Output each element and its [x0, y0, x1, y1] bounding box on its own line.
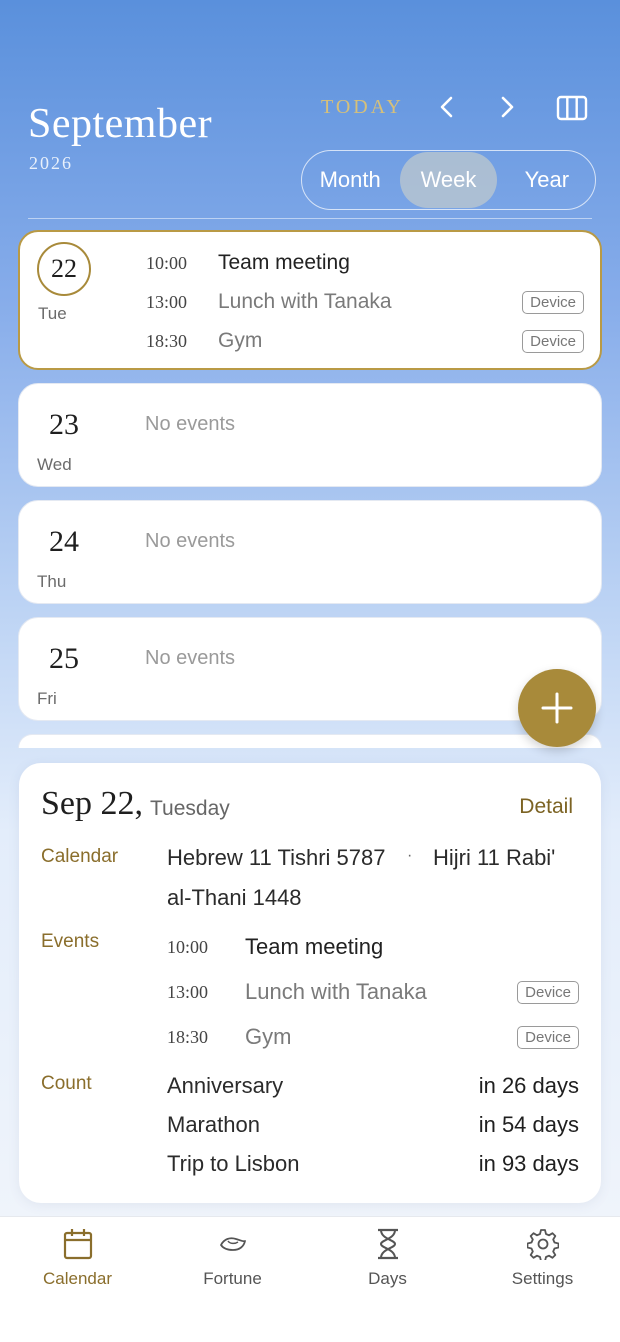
device-badge: Device: [522, 329, 584, 353]
event-title: Gym: [218, 329, 263, 352]
countdown-name: Trip to Lisbon: [167, 1151, 300, 1176]
detail-event-row[interactable]: 18:30 Gym Device: [167, 1021, 579, 1053]
nav-label: Settings: [511, 1269, 574, 1288]
countdown-name: Anniversary: [167, 1073, 284, 1098]
day-weekday: Wed: [37, 455, 72, 474]
events-label: Events: [41, 931, 100, 952]
day-weekday: Thu: [37, 572, 67, 591]
fortune-icon: [216, 1227, 250, 1261]
view-switcher: Month Week Year: [301, 150, 596, 210]
add-event-button[interactable]: [518, 669, 596, 747]
detail-event-row[interactable]: 13:00 Lunch with Tanaka Device: [167, 976, 579, 1008]
day-number: 25: [49, 642, 79, 675]
event-time: 13:00: [146, 291, 188, 312]
day-number: 23: [49, 408, 79, 441]
header-divider: [28, 218, 592, 219]
tab-month[interactable]: Month: [302, 152, 398, 208]
event-title: Lunch with Tanaka: [245, 979, 427, 1004]
detail-date: Sep 22,: [41, 785, 143, 822]
device-badge: Device: [517, 1025, 579, 1049]
hebrew-date: Hebrew 11 Tishri 5787: [167, 845, 386, 870]
detail-weekday: Tuesday: [150, 797, 230, 820]
nav-settings[interactable]: Settings: [465, 1217, 620, 1342]
no-events-text: No events: [145, 647, 236, 669]
no-events-text: No events: [145, 413, 236, 435]
chevron-left-icon: [440, 96, 453, 118]
detail-link[interactable]: Detail: [519, 795, 573, 819]
selected-day-number: 22: [37, 242, 91, 296]
gear-icon: [526, 1227, 560, 1261]
bottom-navigation: Calendar Fortune Days Settings: [0, 1216, 620, 1342]
day-weekday: Tue: [38, 304, 67, 323]
today-button[interactable]: TODAY: [321, 96, 404, 119]
event-title: Lunch with Tanaka: [218, 290, 392, 313]
nav-label: Days: [368, 1269, 407, 1288]
nav-label: Calendar: [43, 1269, 112, 1288]
calendar-label: Calendar: [41, 846, 119, 867]
previous-week-button[interactable]: [432, 92, 462, 122]
columns-icon: [556, 95, 588, 121]
event-row[interactable]: 13:00 Lunch with Tanaka Device: [146, 287, 584, 317]
event-row[interactable]: 10:00 Team meeting: [146, 248, 584, 278]
day-card-23[interactable]: 23 Wed No events: [18, 383, 602, 487]
tab-year[interactable]: Year: [499, 152, 595, 208]
year-label: 2026: [29, 153, 73, 173]
event-title: Gym: [245, 1024, 292, 1049]
event-title: Team meeting: [218, 251, 350, 274]
countdown-days: in 93 days: [478, 1151, 579, 1176]
countdown-row[interactable]: Trip to Lisbon in 93 days: [167, 1151, 579, 1177]
day-card-22[interactable]: 22 Tue 10:00 Team meeting 13:00 Lunch wi…: [18, 230, 602, 370]
calendar-icon: [61, 1227, 95, 1261]
next-week-button[interactable]: [492, 92, 522, 122]
event-title: Team meeting: [245, 934, 384, 959]
countdown-row[interactable]: Marathon in 54 days: [167, 1112, 579, 1138]
countdown-row[interactable]: Anniversary in 26 days: [167, 1073, 579, 1099]
hijri-date: Hijri 11 Rabi': [433, 845, 556, 870]
device-badge: Device: [522, 290, 584, 314]
month-title: September: [28, 101, 213, 147]
layout-toggle-button[interactable]: [556, 94, 588, 122]
count-label: Count: [41, 1073, 92, 1094]
countdown-days: in 54 days: [478, 1112, 579, 1137]
event-time: 18:30: [146, 330, 188, 351]
plus-icon: [541, 692, 573, 724]
no-events-text: No events: [145, 530, 236, 552]
event-time: 13:00: [167, 981, 209, 1002]
tab-week[interactable]: Week: [400, 152, 497, 208]
countdown-days: in 26 days: [478, 1073, 579, 1098]
nav-days[interactable]: Days: [310, 1217, 465, 1342]
day-card-26-partial[interactable]: [18, 734, 602, 748]
detail-event-row[interactable]: 10:00 Team meeting: [167, 931, 579, 963]
event-time: 18:30: [167, 1026, 209, 1047]
event-time: 10:00: [146, 252, 188, 273]
device-badge: Device: [517, 980, 579, 1004]
hourglass-icon: [371, 1227, 405, 1261]
day-card-25[interactable]: 25 Fri No events: [18, 617, 602, 721]
event-time: 10:00: [167, 936, 209, 957]
nav-label: Fortune: [203, 1269, 262, 1288]
nav-calendar[interactable]: Calendar: [0, 1217, 155, 1342]
hijri-date-continued: al-Thani 1448: [167, 885, 302, 910]
countdown-name: Marathon: [167, 1112, 260, 1137]
event-row[interactable]: 18:30 Gym Device: [146, 326, 584, 356]
day-number: 24: [49, 525, 79, 558]
day-card-24[interactable]: 24 Thu No events: [18, 500, 602, 604]
chevron-right-icon: [501, 96, 514, 118]
calendar-separator: ·: [407, 847, 413, 864]
day-weekday: Fri: [37, 689, 57, 708]
day-detail-panel: Sep 22, Tuesday Detail Calendar Hebrew 1…: [19, 763, 601, 1203]
nav-fortune[interactable]: Fortune: [155, 1217, 310, 1342]
